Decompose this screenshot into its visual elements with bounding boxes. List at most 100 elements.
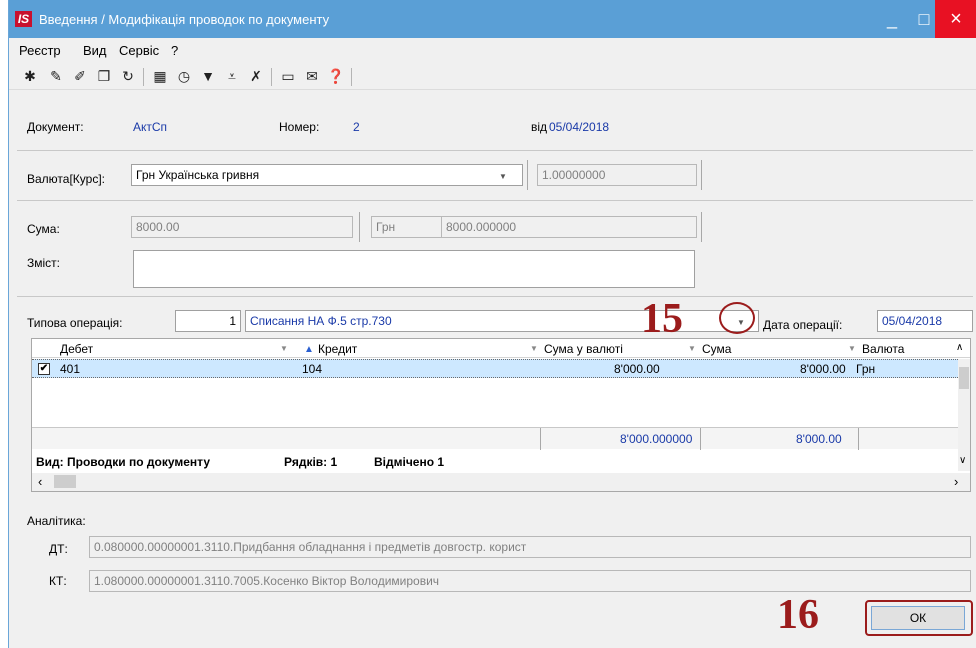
filter-remove-icon[interactable]: ✗ [247, 67, 265, 85]
cell-sum-currency: 8'000.00 [614, 362, 660, 376]
cell-credit: 104 [302, 362, 323, 376]
divider [17, 296, 973, 297]
scroll-up-icon[interactable]: ∧ [956, 342, 963, 353]
ok-button[interactable]: ОК [871, 606, 965, 630]
annotation-marker-16: 16 [777, 592, 819, 638]
divider [17, 200, 973, 201]
column-header-debit[interactable]: Дебет [60, 342, 93, 356]
menu-registry[interactable]: Реєстр [19, 43, 61, 58]
vertical-scrollbar[interactable]: ∨ [958, 359, 970, 471]
total-sum: 8'000.00 [796, 432, 842, 446]
sum-currency-field: Грн [371, 216, 443, 238]
sum-label: Сума: [27, 222, 60, 236]
grid-totals: 8'000.000000 8'000.00 [32, 427, 958, 450]
column-header-sum-currency[interactable]: Сума у валюті [544, 342, 623, 356]
column-filter-icon[interactable]: ▼ [688, 344, 696, 353]
scroll-thumb[interactable] [54, 475, 76, 488]
divider [701, 212, 702, 242]
filter-clear-icon[interactable]: ⩡ [223, 67, 241, 85]
divider [858, 428, 859, 450]
scroll-down-icon[interactable]: ∨ [959, 455, 966, 466]
cell-sum: 8'000.00 [800, 362, 846, 376]
operation-code-field[interactable]: 1 [175, 310, 241, 332]
app-logo-icon: IS [15, 11, 32, 27]
divider [359, 212, 360, 242]
sum-converted-field: 8000.000000 [441, 216, 697, 238]
document-date-label: від [531, 120, 548, 134]
divider [540, 428, 541, 450]
annotation-circle [719, 302, 755, 334]
document-label: Документ: [27, 120, 84, 134]
duplicate-icon[interactable]: ❐ [95, 67, 113, 85]
menu-service[interactable]: Сервіс [119, 43, 159, 58]
number-label: Номер: [279, 120, 320, 134]
horizontal-scrollbar[interactable]: ‹ › [32, 473, 970, 491]
close-button[interactable]: × [935, 0, 976, 38]
grid-header: Дебет ▼ ▲ Кредит ▼ Сума у валюті ▼ Сума … [32, 339, 970, 358]
scroll-left-icon[interactable]: ‹ [38, 474, 42, 489]
currency-select-value: Грн Українська гривня [136, 168, 260, 182]
toolbar-separator [271, 68, 272, 86]
analytics-label: Аналітика: [27, 514, 86, 528]
toolbar-separator [351, 68, 352, 86]
document-date-value: 05/04/2018 [549, 120, 610, 134]
window-title: Введення / Модифікація проводок по докум… [39, 12, 330, 27]
filter-icon[interactable]: ▼ [199, 67, 217, 85]
divider [701, 160, 702, 190]
scroll-thumb[interactable] [959, 367, 969, 389]
operation-date-label: Дата операції: [763, 318, 843, 332]
operation-date-field[interactable]: 05/04/2018 [877, 310, 973, 332]
chevron-down-icon[interactable]: ▼ [499, 172, 507, 181]
menu-help[interactable]: ? [171, 43, 178, 58]
column-header-currency[interactable]: Валюта [862, 342, 904, 356]
column-filter-icon[interactable]: ▼ [530, 344, 538, 353]
title-bar[interactable]: IS Введення / Модифікація проводок по до… [9, 0, 976, 38]
sort-asc-icon: ▲ [304, 344, 314, 355]
new-doc-icon[interactable]: ✱ [21, 67, 39, 85]
dt-label: ДТ: [49, 542, 68, 556]
column-header-credit[interactable]: Кредит [318, 342, 357, 356]
edit-doc-icon[interactable]: ✐ [71, 67, 89, 85]
currency-label: Валюта[Курс]: [27, 172, 105, 186]
operation-label: Типова операція: [27, 316, 123, 330]
copy-doc-icon[interactable]: ✎ [47, 67, 65, 85]
toolbar-separator [143, 68, 144, 86]
column-filter-icon[interactable]: ▼ [848, 344, 856, 353]
currency-select[interactable]: Грн Українська гривня [131, 164, 523, 186]
table-icon[interactable]: ▦ [151, 67, 169, 85]
mail-icon[interactable]: ✉ [303, 67, 321, 85]
column-filter-icon[interactable]: ▼ [280, 344, 288, 353]
grid-status: Вид: Проводки по документу Рядків: 1 Від… [32, 453, 958, 471]
sum-field: 8000.00 [131, 216, 353, 238]
status-marked: Відмічено 1 [374, 455, 445, 469]
divider [700, 428, 701, 450]
menu-view[interactable]: Вид [83, 43, 107, 58]
entries-grid: Дебет ▼ ▲ Кредит ▼ Сума у валюті ▼ Сума … [31, 338, 971, 492]
status-view: Вид: Проводки по документу [36, 455, 211, 469]
divider [527, 160, 528, 190]
table-row[interactable]: ✔ 401 104 8'000.00 8'000.00 Грн [32, 359, 958, 378]
calc-icon[interactable]: ▭ [279, 67, 297, 85]
dt-analytics-field: 0.080000.00000001.3110.Придбання обладна… [89, 536, 971, 558]
annotation-marker-15: 15 [641, 296, 683, 342]
currency-rate-field: 1.00000000 [537, 164, 697, 186]
number-value: 2 [353, 120, 360, 134]
total-sum-currency: 8'000.000000 [620, 432, 693, 446]
cell-currency: Грн [856, 362, 876, 376]
operation-select-value: Списання НА Ф.5 стр.730 [250, 314, 392, 328]
toolbar: ✱ ✎ ✐ ❐ ↻ ▦ ◷ ▼ ⩡ ✗ ▭ ✉ ❓ [9, 62, 976, 90]
status-rows: Рядків: 1 [284, 455, 338, 469]
document-value: АктСп [133, 120, 168, 134]
help-icon[interactable]: ❓ [327, 67, 345, 85]
refresh-icon[interactable]: ↻ [119, 67, 137, 85]
kt-analytics-field: 1.080000.00000001.3110.7005.Косенко Вікт… [89, 570, 971, 592]
kt-label: КТ: [49, 574, 67, 588]
divider [17, 150, 973, 151]
row-checkbox[interactable]: ✔ [38, 363, 50, 375]
column-header-sum[interactable]: Сума [702, 342, 731, 356]
content-field[interactable] [133, 250, 695, 288]
clock-icon[interactable]: ◷ [175, 67, 193, 85]
scroll-right-icon[interactable]: › [954, 474, 958, 489]
menu-bar: Реєстр Вид Сервіс ? [9, 38, 976, 60]
cell-debit: 401 [60, 362, 81, 376]
